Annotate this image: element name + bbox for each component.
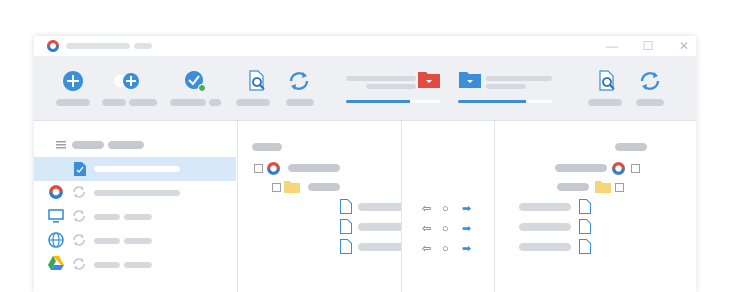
- right-file-tree: [495, 121, 696, 292]
- right-folder-checkbox[interactable]: [615, 183, 624, 192]
- toggle-plus-icon: [114, 73, 140, 89]
- app-logo-icon: [267, 162, 280, 175]
- app-logo-icon: [612, 162, 625, 175]
- left-root-label: [288, 164, 340, 172]
- sync-icon[interactable]: [72, 233, 86, 247]
- sidebar-header-label: [72, 141, 104, 149]
- add-toggle-label-2: [129, 99, 157, 106]
- right-tree-header-label: [615, 143, 647, 151]
- scan-left-label: [236, 99, 270, 106]
- target-path-placeholder: [486, 76, 552, 81]
- right-folder-label: [557, 183, 589, 191]
- sync-right-label: [636, 99, 664, 106]
- sync-icon: [289, 72, 309, 90]
- sidebar-item-label: [94, 166, 180, 172]
- right-root-label: [555, 164, 607, 172]
- window-title-placeholder: [66, 43, 130, 49]
- copy-right-arrow-icon[interactable]: ➡: [462, 224, 471, 235]
- file-search-icon: [599, 70, 615, 91]
- sidebar-item-app[interactable]: [34, 181, 236, 205]
- file-icon: [579, 199, 591, 214]
- copy-left-arrow-icon[interactable]: ⇦: [422, 244, 431, 255]
- left-folder-label: [308, 183, 340, 191]
- sync-left-label: [286, 99, 314, 106]
- target-path-placeholder-2: [486, 84, 526, 89]
- window-subtitle-placeholder: [134, 43, 152, 49]
- skip-circle-icon[interactable]: ○: [442, 244, 449, 255]
- app-logo-icon: [47, 40, 59, 52]
- sidebar-item-computer[interactable]: [34, 205, 236, 229]
- compare-column: ⇦ ○ ➡ ⇦ ○ ➡ ⇦ ○ ➡: [402, 121, 494, 292]
- check-status-label-2: [209, 99, 221, 106]
- sidebar-item-network[interactable]: [34, 229, 236, 253]
- left-root-checkbox[interactable]: [254, 164, 263, 173]
- file-icon: [340, 219, 352, 234]
- sidebar-item-label: [94, 262, 120, 268]
- target-progress-fill: [458, 100, 526, 103]
- file-icon: [579, 219, 591, 234]
- plus-circle-icon: [63, 71, 83, 91]
- skip-circle-icon[interactable]: ○: [442, 224, 449, 235]
- sidebar-item-label: [94, 238, 120, 244]
- app-logo-icon: [49, 185, 63, 199]
- list-icon[interactable]: [56, 141, 66, 149]
- sync-icon: [640, 72, 660, 90]
- sidebar: [34, 121, 237, 292]
- source-path-placeholder: [346, 76, 416, 81]
- right-file-label: [519, 223, 571, 231]
- left-tree-header-label: [252, 143, 282, 151]
- copy-left-arrow-icon[interactable]: ⇦: [422, 224, 431, 235]
- sidebar-item-label-2: [124, 262, 152, 268]
- file-icon: [340, 199, 352, 214]
- sidebar-item-label-2: [124, 214, 152, 220]
- right-root-checkbox[interactable]: [631, 164, 640, 173]
- minimize-button[interactable]: —: [606, 40, 618, 52]
- yellow-folder-icon: [284, 181, 300, 193]
- check-status-label: [170, 99, 206, 106]
- skip-circle-icon[interactable]: ○: [442, 204, 449, 215]
- app-window: — ☐ ✕ ⇦ ○ ➡ ⇦ ○ ➡ ⇦ ○ ➡: [34, 36, 696, 292]
- source-progress-bar: [346, 100, 440, 103]
- left-file-tree: [238, 121, 410, 292]
- sidebar-header-label-2: [108, 141, 144, 149]
- blue-folder-icon: [459, 72, 481, 88]
- title-bar: — ☐ ✕: [34, 36, 696, 56]
- file-search-icon: [249, 70, 265, 91]
- copy-right-arrow-icon[interactable]: ➡: [462, 244, 471, 255]
- target-progress-bar: [458, 100, 552, 103]
- sync-icon[interactable]: [72, 185, 86, 199]
- red-folder-icon: [418, 72, 440, 88]
- monitor-icon: [48, 209, 64, 223]
- yellow-folder-icon: [595, 181, 611, 193]
- copy-right-arrow-icon[interactable]: ➡: [462, 204, 471, 215]
- sidebar-item-label-2: [124, 238, 152, 244]
- sync-icon[interactable]: [72, 257, 86, 271]
- scan-right-label: [588, 99, 622, 106]
- source-path-placeholder-2: [366, 84, 416, 89]
- source-progress-fill: [346, 100, 410, 103]
- sidebar-item-label: [94, 214, 120, 220]
- sidebar-item-document[interactable]: [34, 157, 236, 181]
- maximize-button[interactable]: ☐: [642, 40, 654, 52]
- file-icon: [340, 239, 352, 254]
- right-file-label: [519, 203, 571, 211]
- close-button[interactable]: ✕: [678, 40, 690, 52]
- google-drive-icon: [48, 256, 64, 270]
- check-clock-icon: [185, 71, 206, 92]
- add-task-label: [56, 99, 90, 106]
- sidebar-item-drive[interactable]: [34, 253, 236, 277]
- sidebar-item-label: [94, 190, 180, 196]
- left-folder-checkbox[interactable]: [272, 183, 281, 192]
- globe-icon: [48, 232, 64, 248]
- add-toggle-label: [102, 99, 126, 106]
- right-file-label: [519, 243, 571, 251]
- copy-left-arrow-icon[interactable]: ⇦: [422, 204, 431, 215]
- sync-icon[interactable]: [72, 209, 86, 223]
- toolbar: [34, 56, 696, 121]
- file-icon: [579, 239, 591, 254]
- document-check-icon: [74, 162, 86, 176]
